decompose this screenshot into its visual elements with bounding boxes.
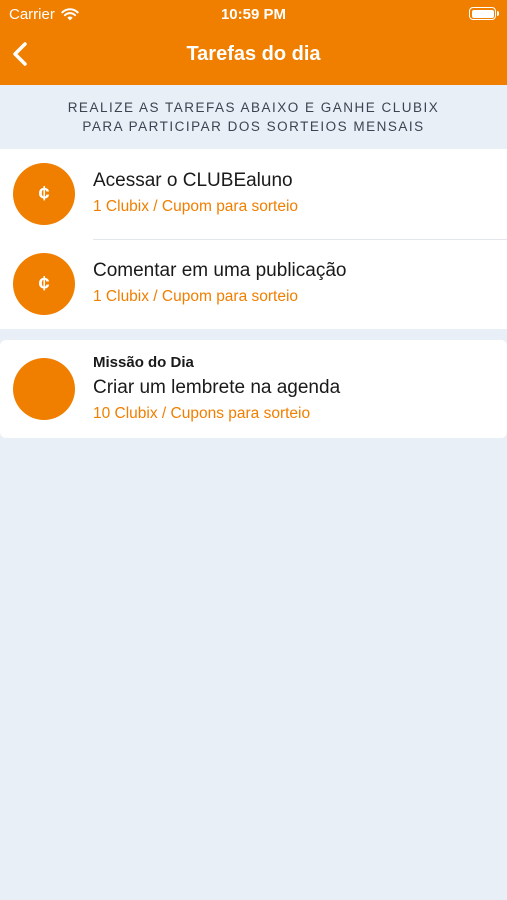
- task-reward: 1 Clubix / Cupom para sorteio: [93, 198, 299, 215]
- mission-reward: 10 Clubix / Cupons para sorteio: [93, 405, 311, 422]
- navigation-bar: Tarefas do dia: [0, 30, 507, 85]
- page-title: Tarefas do dia: [186, 43, 321, 65]
- status-bar: Carrier 10:59 PM: [0, 0, 507, 30]
- mission-label: Missão do Dia: [93, 354, 194, 371]
- clubix-coin-icon: ¢: [13, 163, 75, 225]
- task-item-comment-post[interactable]: ¢ Comentar em uma publicação 1 Clubix / …: [0, 239, 507, 329]
- task-title: Acessar o CLUBEaluno: [93, 170, 293, 191]
- task-item-access-club[interactable]: ¢ Acessar o CLUBEaluno 1 Clubix / Cupom …: [0, 149, 507, 239]
- mission-title: Criar um lembrete na agenda: [93, 377, 341, 398]
- status-time: 10:59 PM: [220, 6, 287, 23]
- instructions-line-1: REALIZE AS TAREFAS ABAIXO E GANHE CLUBIX: [67, 100, 440, 115]
- instructions-banner: REALIZE AS TAREFAS ABAIXO E GANHE CLUBIX…: [0, 85, 507, 148]
- task-title: Comentar em uma publicação: [93, 260, 347, 281]
- daily-mission-card[interactable]: Missão do Dia Criar um lembrete na agend…: [0, 340, 507, 438]
- battery-icon: [469, 7, 499, 20]
- mission-circle-icon: [13, 358, 75, 420]
- task-list: ¢ Acessar o CLUBEaluno 1 Clubix / Cupom …: [0, 149, 507, 329]
- clubix-coin-icon: ¢: [13, 253, 75, 315]
- instructions-line-2: PARA PARTICIPAR DOS SORTEIOS MENSAIS: [82, 119, 425, 134]
- task-reward: 1 Clubix / Cupom para sorteio: [93, 288, 299, 305]
